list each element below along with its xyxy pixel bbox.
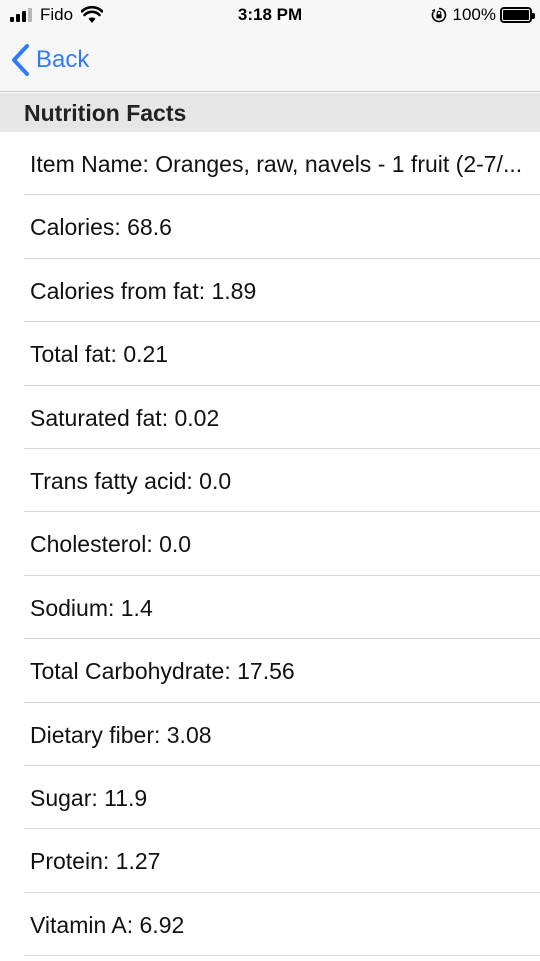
- list-item-label: Vitamin A: 6.92: [30, 911, 185, 938]
- list-item-label: Calories from fat: 1.89: [30, 277, 257, 304]
- list-item-label: Item Name: Oranges, raw, navels - 1 frui…: [30, 151, 523, 177]
- list-item: Total Carbohydrate: 17.56: [0, 639, 540, 703]
- list-item: Dietary fiber: 3.08: [0, 702, 540, 767]
- list-item: Total fat: 0.21: [0, 322, 540, 386]
- nutrition-list: Item Name: Oranges, raw, navels - 1 frui…: [0, 132, 540, 957]
- navigation-bar: Back: [0, 30, 540, 92]
- list-item: Item Name: Oranges, raw, navels - 1 frui…: [0, 132, 540, 196]
- list-item: Sugar: 11.9: [0, 765, 540, 830]
- list-item-label: Sugar: 11.9: [30, 784, 148, 811]
- list-item: Calories from fat: 1.89: [0, 258, 540, 323]
- battery-icon: [500, 7, 535, 23]
- back-label: Back: [36, 46, 90, 73]
- rotation-lock-icon: [431, 7, 446, 23]
- list-item-label: Total fat: 0.21: [30, 341, 169, 368]
- list-item-label: Trans fatty acid: 0.0: [30, 467, 232, 494]
- chevron-left-icon: [12, 44, 29, 76]
- list-item-label: Sodium: 1.4: [30, 594, 153, 621]
- back-button[interactable]: Back: [10, 42, 89, 78]
- section-title: Nutrition Facts: [24, 100, 187, 126]
- section-header: Nutrition Facts: [0, 93, 540, 132]
- list-item-label: Saturated fat: 0.02: [30, 404, 220, 431]
- list-item: Protein: 1.27: [0, 829, 540, 894]
- list-item: Vitamin A: 6.92: [0, 892, 540, 957]
- battery-tip: [532, 13, 535, 19]
- list-item-label: Total Carbohydrate: 17.56: [30, 658, 295, 685]
- list-item: Calories: 68.6: [0, 195, 540, 260]
- list-item-label: Cholesterol: 0.0: [30, 531, 192, 558]
- battery-percent: 100%: [452, 5, 496, 24]
- list-item-label: Calories: 68.6: [30, 214, 172, 241]
- battery-fill: [503, 10, 529, 20]
- list-item-label: Protein: 1.27: [30, 848, 161, 875]
- status-right: 100%: [431, 5, 535, 25]
- list-item-label: Dietary fiber: 3.08: [30, 721, 212, 748]
- list-item: Cholesterol: 0.0: [0, 512, 540, 577]
- list-item: Sodium: 1.4: [0, 575, 540, 640]
- list-item: Saturated fat: 0.02: [0, 385, 540, 450]
- status-bar: Fido 3:18 PM 100%: [0, 0, 540, 30]
- nutrition-screen: Fido 3:18 PM 100% Back Nutrition Facts I…: [0, 0, 540, 961]
- list-item: Trans fatty acid: 0.0: [0, 448, 540, 513]
